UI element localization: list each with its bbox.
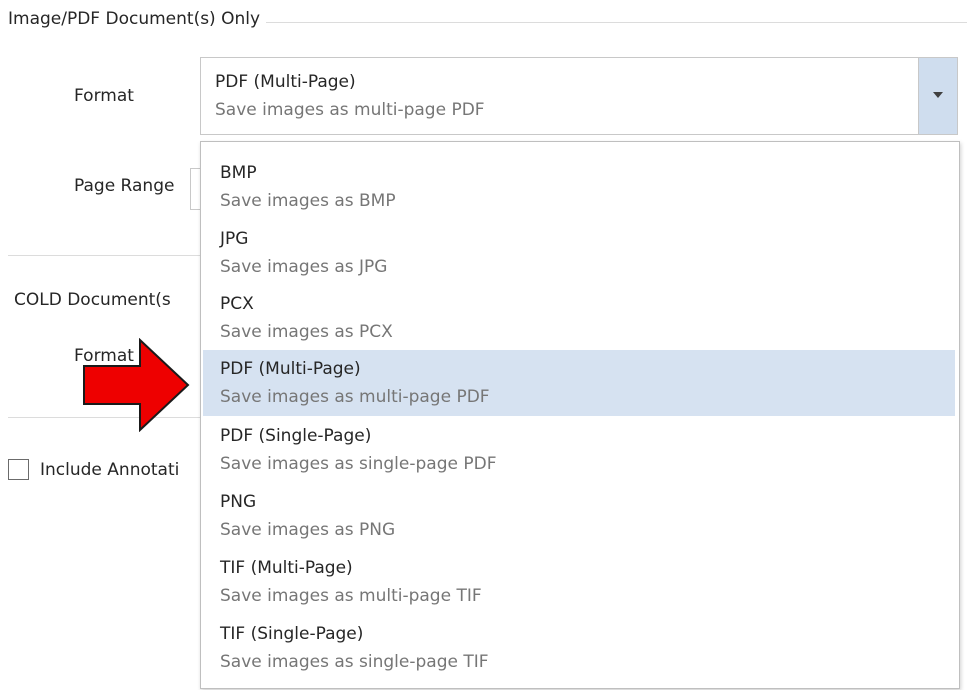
dropdown-option-pcx[interactable]: PCX Save images as PCX — [203, 285, 955, 351]
format-dropdown-list[interactable]: BMP Save images as BMP JPG Save images a… — [200, 141, 960, 689]
red-arrow-icon — [83, 338, 190, 432]
format-label: Format — [74, 86, 134, 106]
option-title: TIF (Multi-Page) — [220, 558, 353, 578]
dropdown-option-tif-single-page[interactable]: TIF (Single-Page) Save images as single-… — [203, 615, 955, 681]
include-annotations-label: Include Annotati — [40, 460, 180, 480]
format-dropdown-button[interactable] — [918, 58, 957, 134]
option-title: PDF (Single-Page) — [220, 426, 372, 446]
dropdown-option-png[interactable]: PNG Save images as PNG — [203, 483, 955, 549]
format-selected-description: Save images as multi-page PDF — [215, 100, 485, 120]
dropdown-option-jpg[interactable]: JPG Save images as JPG — [203, 220, 955, 286]
dropdown-option-pdf-single-page[interactable]: PDF (Single-Page) Save images as single-… — [203, 417, 955, 483]
page-range-label: Page Range — [74, 176, 175, 196]
option-description: Save images as multi-page TIF — [220, 586, 482, 606]
group-divider — [8, 255, 200, 256]
option-description: Save images as PNG — [220, 520, 396, 540]
group-title-cold: COLD Document(s — [14, 290, 171, 310]
option-title: TIF (Single-Page) — [220, 624, 364, 644]
option-description: Save images as BMP — [220, 191, 396, 211]
option-description: Save images as single-page PDF — [220, 454, 497, 474]
option-title: PNG — [220, 492, 257, 512]
export-options-panel: Image/PDF Document(s) Only Format PDF (M… — [0, 0, 967, 690]
dropdown-option-tif-multi-page[interactable]: TIF (Multi-Page) Save images as multi-pa… — [203, 549, 955, 615]
dropdown-option-bmp[interactable]: BMP Save images as BMP — [203, 154, 955, 220]
option-title: BMP — [220, 163, 257, 183]
option-description: Save images as multi-page PDF — [220, 387, 490, 407]
chevron-down-icon — [933, 92, 943, 98]
dropdown-option-pdf-multi-page[interactable]: PDF (Multi-Page) Save images as multi-pa… — [203, 350, 955, 416]
option-title: JPG — [220, 229, 249, 249]
include-annotations-checkbox[interactable] — [8, 459, 29, 480]
option-title: PDF (Multi-Page) — [220, 359, 361, 379]
format-combobox[interactable]: PDF (Multi-Page) Save images as multi-pa… — [200, 57, 958, 135]
option-description: Save images as JPG — [220, 257, 388, 277]
option-description: Save images as PCX — [220, 322, 393, 342]
option-description: Save images as single-page TIF — [220, 652, 489, 672]
format-selected-value: PDF (Multi-Page) — [215, 72, 356, 92]
option-title: PCX — [220, 294, 254, 314]
group-title-image-pdf: Image/PDF Document(s) Only — [8, 9, 267, 29]
